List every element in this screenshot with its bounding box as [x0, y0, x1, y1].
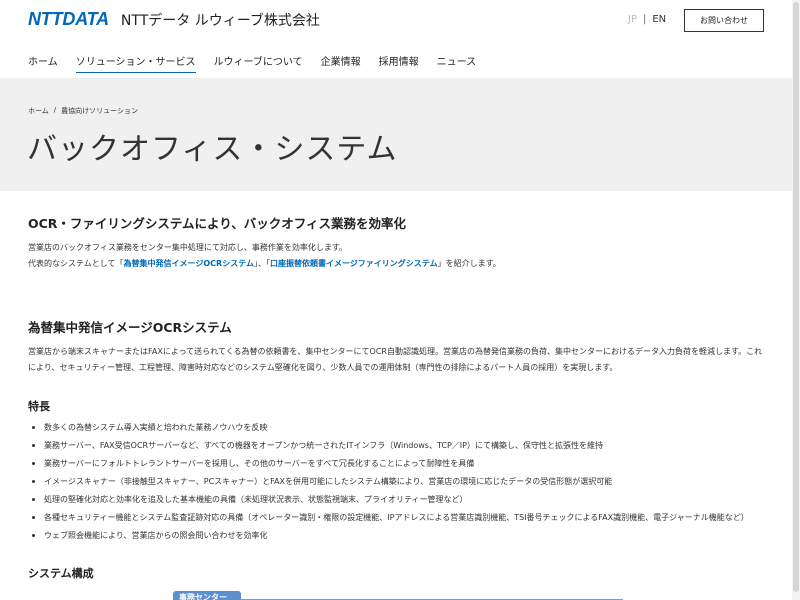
breadcrumb-current: 農協向けソリューション: [61, 107, 139, 115]
features-heading: 特長: [28, 400, 50, 413]
intro-text: 代表的なシステムとして「: [28, 259, 124, 268]
section-ocr-heading: 為替集中発信イメージOCRシステム: [28, 320, 232, 335]
list-item: 業務サーバー、FAX受信OCRサーバーなど、すべての機器をオープンかつ統一された…: [28, 437, 768, 455]
scrollbar-thumb[interactable]: [793, 2, 799, 592]
intro-text: 」を紹介します。: [437, 259, 501, 268]
diagram-label-office-center: 事務センター: [173, 591, 241, 600]
list-item: 各種セキュリティー機能とシステム監査証跡対応の具備（オペレーター識別・権限の設定…: [28, 509, 768, 527]
nav-recruit[interactable]: 採用情報: [379, 53, 419, 73]
intro-line-1: 営業店のバックオフィス業務をセンター集中処理にて対応し、事務作業を効率化します。: [28, 243, 348, 252]
main-nav: ホーム ソリューション・サービス ルウィーブについて 企業情報 採用情報 ニュー…: [28, 53, 494, 73]
list-item: 処理の堅確化対応と効率化を追及した基本機能の具備（未処理状況表示、状態監視端末、…: [28, 491, 768, 509]
nav-company[interactable]: 企業情報: [321, 53, 361, 73]
nttdata-logo: NTTDATA: [28, 9, 109, 29]
list-item: イメージスキャナー（非接触型スキャナー、PCスキャナー）とFAXを併用可能にした…: [28, 473, 768, 491]
system-config-heading: システム構成: [28, 567, 94, 580]
nav-news[interactable]: ニュース: [437, 53, 477, 73]
intro-line-2: 代表的なシステムとして「為替集中発信イメージOCRシステム」、「口座振替依頼書イ…: [28, 256, 501, 272]
section-ocr-para-1: 営業店から端末スキャナーまたはFAXによって送られてくる為替の依頼書を、集中セン…: [28, 347, 763, 356]
nav-home[interactable]: ホーム: [28, 53, 58, 73]
company-name: NTTデータ ルウィーブ株式会社: [120, 12, 320, 29]
link-filing-system[interactable]: 口座振替依頼書イメージファイリングシステム: [270, 259, 438, 268]
page-title: バックオフィス・システム: [27, 132, 398, 167]
site-header: NTTDATA NTTデータ ルウィーブ株式会社 JP | EN お問い合わせ …: [0, 0, 792, 78]
page-hero: ホーム / 農協向けソリューション バックオフィス・システム: [0, 78, 792, 191]
breadcrumb-home[interactable]: ホーム: [28, 106, 49, 116]
breadcrumb: ホーム / 農協向けソリューション: [28, 106, 138, 116]
nav-solutions[interactable]: ソリューション・サービス: [75, 53, 196, 73]
breadcrumb-separator: /: [53, 106, 57, 114]
link-ocr-system[interactable]: 為替集中発信イメージOCRシステム: [124, 259, 254, 268]
nav-about[interactable]: ルウィーブについて: [214, 53, 303, 73]
list-item: 数多くの為替システム導入実績と培われた業務ノウハウを反映: [28, 419, 768, 437]
lang-jp[interactable]: JP: [628, 14, 637, 25]
list-item: 業務サーバーにフォルトトレラントサーバーを採用し、その他のサーバーをすべて冗長化…: [28, 455, 768, 473]
intro-heading: OCR・ファイリングシステムにより、バックオフィス業務を効率化: [28, 216, 407, 231]
lang-en[interactable]: EN: [652, 14, 666, 25]
section-ocr-para-2: により、セキュリティー管理、工程管理、障害時対応などのシステム堅確化を図り、少数…: [28, 363, 618, 372]
logo-link[interactable]: NTTDATA NTTデータ ルウィーブ株式会社: [28, 9, 320, 30]
list-item: ウェブ照会機能により、営業店からの照会問い合わせを効率化: [28, 527, 768, 545]
intro-text: 」、「: [253, 259, 270, 268]
system-diagram: 事務センター: [173, 591, 623, 600]
contact-button[interactable]: お問い合わせ: [684, 9, 764, 32]
features-list: 数多くの為替システム導入実績と培われた業務ノウハウを反映 業務サーバー、FAX受…: [28, 419, 768, 545]
lang-separator: |: [642, 14, 647, 25]
page-scrollbar[interactable]: [792, 0, 800, 600]
language-switcher: JP | EN: [628, 14, 666, 25]
